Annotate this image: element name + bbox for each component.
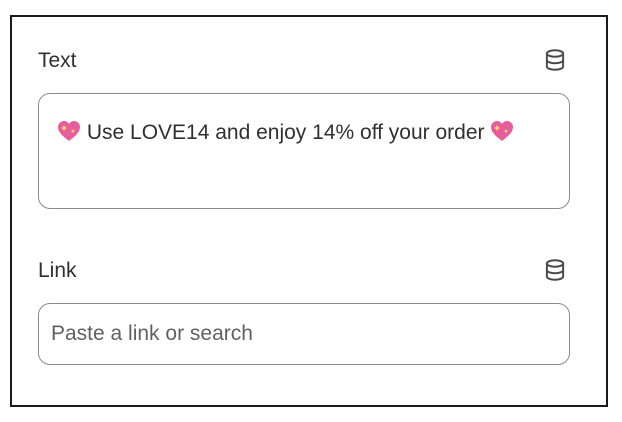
link-field-placeholder: Paste a link or search xyxy=(51,322,253,345)
text-field-value: Use LOVE14 and enjoy 14% off your order xyxy=(81,121,491,144)
sparkling-heart-icon xyxy=(490,120,514,142)
text-field-input[interactable]: Use LOVE14 and enjoy 14% off your order xyxy=(38,93,570,209)
link-field-input[interactable]: Paste a link or search xyxy=(38,303,570,365)
link-field-header: Link xyxy=(38,257,568,283)
link-field-label: Link xyxy=(38,258,77,282)
settings-panel: Text Use LOVE14 and enjoy 14% off your o… xyxy=(10,15,608,407)
sparkling-heart-icon xyxy=(57,120,81,142)
text-field-header: Text xyxy=(38,47,568,73)
text-field-label: Text xyxy=(38,48,77,72)
database-icon[interactable] xyxy=(542,47,568,73)
database-icon[interactable] xyxy=(542,257,568,283)
